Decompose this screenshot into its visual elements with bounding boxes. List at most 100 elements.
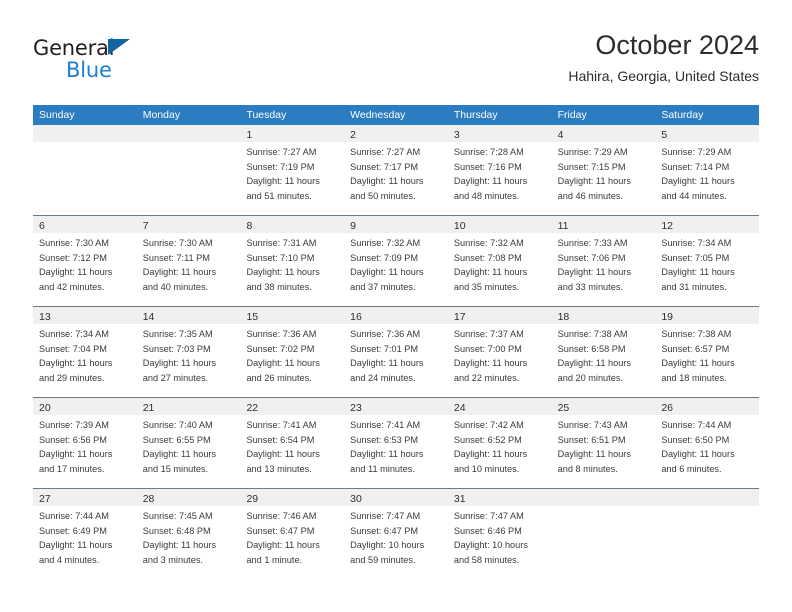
day-details: Sunrise: 7:35 AM Sunset: 7:03 PM Daylight:… — [137, 324, 241, 385]
page-header: General Blue October 2024 Hahira, Georgi… — [33, 28, 759, 96]
day-cell[interactable]: 3 Sunrise: 7:28 AM Sunset: 7:16 PM Daylight… — [447, 125, 552, 215]
sunrise-time: Sunrise: 7:33 AM — [557, 238, 628, 248]
daylight-duration-line1: Daylight: 10 hours — [350, 540, 425, 551]
day-cell[interactable]: 19 Sunrise: 7:38 AM Sunset: 6:57 PM Dayligh… — [655, 307, 760, 397]
day-number-band: 11 — [551, 216, 656, 233]
daylight-duration-line2: and 20 minutes. — [557, 372, 623, 383]
day-cell[interactable]: 5 Sunrise: 7:29 AM Sunset: 7:14 PM Daylight… — [655, 125, 760, 215]
day-cell[interactable]: 2 Sunrise: 7:27 AM Sunset: 7:17 PM Daylight… — [344, 125, 448, 215]
day-number: 26 — [661, 402, 673, 414]
sunrise-time: Sunrise: 7:36 AM — [350, 329, 421, 339]
dow-friday: Friday — [557, 109, 587, 121]
day-cell-empty — [551, 489, 656, 577]
daylight-duration-line1: Daylight: 11 hours — [453, 267, 528, 278]
day-details: Sunrise: 7:36 AM Sunset: 7:02 PM Daylight:… — [240, 324, 344, 385]
daylight-duration-line2: and 31 minutes. — [661, 281, 727, 292]
day-cell[interactable]: 21 Sunrise: 7:40 AM Sunset: 6:55 PM Dayligh… — [136, 398, 241, 488]
day-number: 21 — [142, 402, 155, 414]
day-cell[interactable]: 8 Sunrise: 7:31 AM Sunset: 7:10 PM Daylight… — [240, 216, 345, 306]
day-number-band: 25 — [551, 398, 656, 415]
day-cell[interactable]: 30 Sunrise: 7:47 AM Sunset: 6:47 PM Dayligh… — [344, 489, 448, 577]
logo-triangle-icon — [108, 39, 130, 55]
sunset-time: Sunset: 7:19 PM — [246, 161, 315, 172]
day-cell[interactable]: 9 Sunrise: 7:32 AM Sunset: 7:09 PM Daylight… — [344, 216, 448, 306]
day-cell[interactable]: 14 Sunrise: 7:35 AM Sunset: 7:03 PM Dayligh… — [136, 307, 241, 397]
daylight-duration-line2: and 35 minutes. — [453, 281, 520, 292]
dow-monday: Monday — [142, 109, 181, 121]
day-details: Sunrise: 7:44 AM Sunset: 6:50 PM Daylight:… — [655, 415, 759, 476]
day-cell[interactable]: 4 Sunrise: 7:29 AM Sunset: 7:15 PM Daylight… — [551, 125, 656, 215]
sunset-time: Sunset: 6:54 PM — [246, 434, 315, 445]
day-details: Sunrise: 7:38 AM Sunset: 6:58 PM Daylight:… — [552, 324, 656, 385]
day-number-band: 1 — [240, 125, 345, 142]
day-cell[interactable]: 20 Sunrise: 7:39 AM Sunset: 6:56 PM Dayligh… — [33, 398, 137, 488]
weeks-container: 1 Sunrise: 7:27 AM Sunset: 7:19 PM Daylight… — [33, 125, 760, 577]
day-number: 1 — [246, 129, 253, 141]
day-cell-empty — [33, 125, 137, 215]
day-cell[interactable]: 23 Sunrise: 7:41 AM Sunset: 6:53 PM Dayligh… — [344, 398, 448, 488]
daylight-duration-line1: Daylight: 11 hours — [557, 176, 631, 187]
daylight-duration-line2: and 6 minutes. — [661, 463, 722, 474]
day-number-band: 8 — [240, 216, 345, 233]
day-cell[interactable]: 22 Sunrise: 7:41 AM Sunset: 6:54 PM Dayligh… — [240, 398, 345, 488]
day-number: 9 — [350, 220, 356, 232]
sunset-time: Sunset: 7:10 PM — [246, 252, 315, 263]
sunrise-time: Sunrise: 7:38 AM — [557, 329, 628, 339]
day-number: 16 — [350, 311, 362, 323]
sunset-time: Sunset: 7:09 PM — [350, 252, 419, 263]
day-cell[interactable]: 1 Sunrise: 7:27 AM Sunset: 7:19 PM Daylight… — [240, 125, 345, 215]
day-cell[interactable]: 16 Sunrise: 7:36 AM Sunset: 7:01 PM Dayligh… — [344, 307, 448, 397]
day-cell[interactable]: 6 Sunrise: 7:30 AM Sunset: 7:12 PM Daylight… — [33, 216, 137, 306]
day-details: Sunrise: 7:31 AM Sunset: 7:10 PM Daylight:… — [240, 233, 344, 294]
day-details: Sunrise: 7:45 AM Sunset: 6:48 PM Daylight:… — [137, 506, 241, 567]
daylight-duration-line2: and 10 minutes. — [453, 463, 520, 474]
day-number-band: 20 — [33, 398, 137, 415]
daylight-duration-line1: Daylight: 11 hours — [350, 449, 424, 460]
day-number-band: 9 — [344, 216, 448, 233]
sunset-time: Sunset: 7:14 PM — [661, 161, 730, 172]
day-cell[interactable]: 24 Sunrise: 7:42 AM Sunset: 6:52 PM Dayligh… — [447, 398, 552, 488]
day-details: Sunrise: 7:28 AM Sunset: 7:16 PM Daylight:… — [448, 142, 552, 203]
sunrise-time: Sunrise: 7:34 AM — [661, 238, 732, 248]
day-number: 28 — [142, 493, 155, 505]
sunset-time: Sunset: 7:05 PM — [661, 252, 730, 263]
day-cell[interactable]: 10 Sunrise: 7:32 AM Sunset: 7:08 PM Dayligh… — [447, 216, 552, 306]
day-cell[interactable]: 17 Sunrise: 7:37 AM Sunset: 7:00 PM Dayligh… — [447, 307, 552, 397]
day-number: 8 — [246, 220, 253, 232]
day-number-band: 6 — [33, 216, 137, 233]
daylight-duration-line2: and 50 minutes. — [350, 190, 416, 201]
day-number: 5 — [661, 129, 668, 141]
day-details: Sunrise: 7:33 AM Sunset: 7:06 PM Daylight:… — [552, 233, 656, 294]
daylight-duration-line2: and 18 minutes. — [661, 372, 727, 383]
daylight-duration-line2: and 4 minutes. — [39, 554, 100, 565]
sunset-time: Sunset: 6:49 PM — [39, 525, 107, 536]
day-number-band: 30 — [344, 489, 448, 506]
day-details: Sunrise: 7:29 AM Sunset: 7:15 PM Daylight:… — [552, 142, 656, 203]
day-cell[interactable]: 7 Sunrise: 7:30 AM Sunset: 7:11 PM Daylight… — [136, 216, 241, 306]
day-details: Sunrise: 7:30 AM Sunset: 7:12 PM Daylight:… — [33, 233, 137, 294]
week-row: 20 Sunrise: 7:39 AM Sunset: 6:56 PM Dayligh… — [33, 397, 760, 488]
sunrise-time: Sunrise: 7:45 AM — [142, 511, 213, 521]
day-cell[interactable]: 13 Sunrise: 7:34 AM Sunset: 7:04 PM Dayligh… — [33, 307, 137, 397]
day-cell[interactable]: 28 Sunrise: 7:45 AM Sunset: 6:48 PM Dayligh… — [136, 489, 241, 577]
day-cell[interactable]: 15 Sunrise: 7:36 AM Sunset: 7:02 PM Dayligh… — [240, 307, 345, 397]
day-cell[interactable]: 11 Sunrise: 7:33 AM Sunset: 7:06 PM Dayligh… — [551, 216, 656, 306]
day-cell[interactable]: 31 Sunrise: 7:47 AM Sunset: 6:46 PM Dayligh… — [447, 489, 552, 577]
day-cell[interactable]: 25 Sunrise: 7:43 AM Sunset: 6:51 PM Dayligh… — [551, 398, 656, 488]
sunrise-time: Sunrise: 7:44 AM — [661, 420, 732, 430]
day-cell[interactable]: 27 Sunrise: 7:44 AM Sunset: 6:49 PM Dayligh… — [33, 489, 137, 577]
day-number: 29 — [246, 493, 259, 505]
day-cell[interactable]: 12 Sunrise: 7:34 AM Sunset: 7:05 PM Dayligh… — [655, 216, 760, 306]
day-number: 2 — [350, 129, 356, 141]
day-details: Sunrise: 7:36 AM Sunset: 7:01 PM Daylight:… — [344, 324, 448, 385]
sunrise-time: Sunrise: 7:37 AM — [453, 329, 524, 339]
day-number: 18 — [557, 311, 570, 323]
day-cell[interactable]: 26 Sunrise: 7:44 AM Sunset: 6:50 PM Dayligh… — [655, 398, 760, 488]
week-row: 27 Sunrise: 7:44 AM Sunset: 6:49 PM Dayligh… — [33, 488, 760, 577]
day-cell[interactable]: 29 Sunrise: 7:46 AM Sunset: 6:47 PM Dayligh… — [240, 489, 345, 577]
day-cell[interactable]: 18 Sunrise: 7:38 AM Sunset: 6:58 PM Dayligh… — [551, 307, 656, 397]
daylight-duration-line1: Daylight: 11 hours — [453, 449, 528, 460]
sunset-time: Sunset: 7:01 PM — [350, 343, 419, 354]
daylight-duration-line1: Daylight: 11 hours — [39, 267, 113, 278]
general-blue-logo[interactable]: General Blue — [33, 36, 253, 92]
